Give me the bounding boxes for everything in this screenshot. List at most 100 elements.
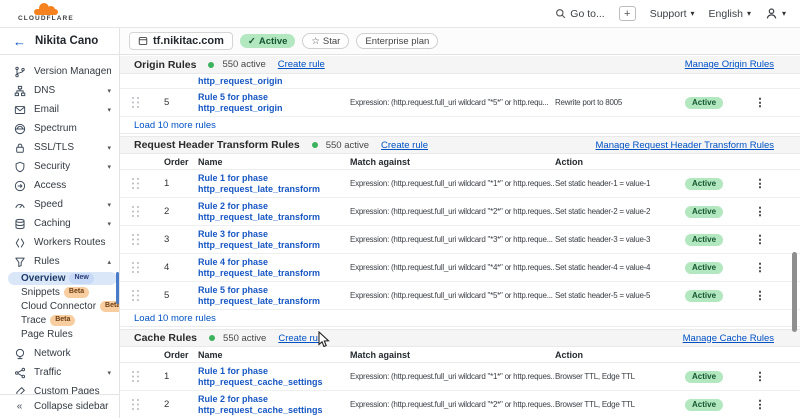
rule-order: 1 <box>164 178 198 189</box>
rule-match-expression: Expression: (http.request.full_uri wildc… <box>350 207 555 216</box>
rule-name-link[interactable]: Rule 1 for phasehttp_request_cache_setti… <box>198 366 350 388</box>
back-arrow-icon[interactable]: ← <box>13 35 26 48</box>
column-header-order: Order <box>164 350 198 360</box>
rule-action: Set static header-1 = value-1 <box>555 179 685 188</box>
sidebar-item-cloud-connector[interactable]: Cloud ConnectorBeta <box>8 300 117 313</box>
site-icon <box>138 36 148 46</box>
rule-order: 2 <box>164 206 198 217</box>
goto-search[interactable]: Go to... <box>555 8 604 20</box>
collapse-sidebar-button[interactable]: « Collapse sidebar <box>0 394 119 418</box>
sidebar-item-spectrum[interactable]: Spectrum <box>0 119 119 138</box>
sidebar-item-email[interactable]: Email▾ <box>0 100 119 119</box>
access-icon <box>13 180 26 192</box>
zone-status-badge: ✓ Active <box>240 34 295 48</box>
active-status-dot-icon <box>209 335 215 341</box>
chevron-down-icon: ▾ <box>107 369 111 377</box>
page-scrollbar-thumb[interactable] <box>792 252 797 332</box>
zone-bar: ← Nikita Cano tf.nikitac.com ✓ Active ☆ … <box>0 28 800 55</box>
section-status: 550 active <box>222 59 265 70</box>
rule-name-line1: Rule 1 for phase <box>198 173 350 184</box>
kebab-menu-icon[interactable]: ⋮ <box>755 261 766 274</box>
star-button[interactable]: ☆ Star <box>302 33 349 49</box>
create-rule-link[interactable]: Create rule <box>381 140 428 151</box>
chevron-down-icon: ▾ <box>691 9 695 18</box>
kebab-menu-icon[interactable]: ⋮ <box>755 205 766 218</box>
sidebar-item-rules[interactable]: Rules▴ <box>0 252 119 271</box>
create-rule-link[interactable]: Create rule <box>278 333 325 344</box>
column-header-order: Order <box>164 157 198 167</box>
rule-name-link[interactable]: Rule 5 for phasehttp_request_late_transf… <box>198 285 350 307</box>
sidebar-item-trace[interactable]: TraceBeta <box>8 314 117 327</box>
rule-name-link[interactable]: Rule 2 for phasehttp_request_cache_setti… <box>198 394 350 416</box>
user-icon <box>765 7 778 20</box>
rule-action: Browser TTL, Edge TTL <box>555 400 685 409</box>
rule-match-expression: Expression: (http.request.full_uri wildc… <box>350 98 555 107</box>
rule-name-link[interactable]: Rule 1 for phasehttp_request_late_transf… <box>198 173 350 195</box>
sidebar-item-caching[interactable]: Caching▾ <box>0 214 119 233</box>
sidebar-item-access[interactable]: Access <box>0 176 119 195</box>
custom-pages-icon <box>13 386 26 395</box>
sidebar-item-label: Speed <box>34 199 99 210</box>
active-badge: Active <box>685 206 723 218</box>
load-more-link[interactable]: Load 10 more rules <box>134 120 216 131</box>
sidebar-item-ssl-tls[interactable]: SSL/TLS▾ <box>0 138 119 157</box>
rule-name-line2: http_request_late_transform <box>198 184 350 195</box>
sidebar-item-workers-routes[interactable]: Workers Routes <box>0 233 119 252</box>
rule-name-link[interactable]: Rule 2 for phasehttp_request_late_transf… <box>198 201 350 223</box>
section-header-request-header-transform-rules: Request Header Transform Rules550 active… <box>120 136 800 154</box>
chevron-down-icon: ▾ <box>107 163 111 171</box>
drag-handle-icon[interactable] <box>132 262 140 273</box>
manage-rules-link[interactable]: Manage Origin Rules <box>685 59 774 70</box>
drag-handle-icon[interactable] <box>132 206 140 217</box>
sidebar-item-custom-pages[interactable]: Custom Pages <box>0 382 119 394</box>
sidebar-item-version-management[interactable]: Version Management <box>0 62 119 81</box>
drag-handle-icon[interactable] <box>132 399 140 410</box>
language-menu[interactable]: English ▾ <box>709 8 751 20</box>
drag-handle-icon[interactable] <box>132 290 140 301</box>
sidebar-scrollbar[interactable] <box>116 272 119 304</box>
rule-name-link[interactable]: Rule 5 for phasehttp_request_origin <box>198 92 350 114</box>
table-row-partial: http_request_origin <box>120 74 800 89</box>
support-menu[interactable]: Support ▾ <box>650 8 695 20</box>
section-title: Origin Rules <box>134 59 196 71</box>
sidebar-item-snippets[interactable]: SnippetsBeta <box>8 286 117 299</box>
kebab-menu-icon[interactable]: ⋮ <box>755 370 766 383</box>
manage-rules-link[interactable]: Manage Cache Rules <box>683 333 774 344</box>
kebab-menu-icon[interactable]: ⋮ <box>755 96 766 109</box>
kebab-menu-icon[interactable]: ⋮ <box>755 233 766 246</box>
sidebar-item-traffic[interactable]: Traffic▾ <box>0 363 119 382</box>
rule-name-link[interactable]: Rule 3 for phasehttp_request_late_transf… <box>198 229 350 251</box>
rule-name-link[interactable]: Rule 4 for phasehttp_request_late_transf… <box>198 257 350 279</box>
sidebar-item-security[interactable]: Security▾ <box>0 157 119 176</box>
load-more-link[interactable]: Load 10 more rules <box>134 313 216 324</box>
active-badge: Active <box>685 371 723 383</box>
sidebar-item-overview[interactable]: OverviewNew <box>8 272 117 285</box>
active-status-dot-icon <box>312 142 318 148</box>
zone-selector[interactable]: tf.nikitac.com <box>129 32 233 50</box>
sidebar-item-label: Access <box>34 180 111 191</box>
section-origin-rules: Origin Rules 550 active Create rule Manage … <box>120 56 800 134</box>
sidebar-item-speed[interactable]: Speed▾ <box>0 195 119 214</box>
drag-handle-icon[interactable] <box>132 97 140 108</box>
sidebar-item-network[interactable]: Network <box>0 344 119 363</box>
add-button[interactable]: + <box>619 6 636 21</box>
sidebar-item-dns[interactable]: DNS▾ <box>0 81 119 100</box>
kebab-menu-icon[interactable]: ⋮ <box>755 177 766 190</box>
create-rule-link[interactable]: Create rule <box>278 59 325 70</box>
beta-badge: Beta <box>50 315 75 325</box>
rule-action: Set static header-5 = value-5 <box>555 291 685 300</box>
rule-name-line2: http_request_late_transform <box>198 268 350 279</box>
drag-handle-icon[interactable] <box>132 371 140 382</box>
manage-rules-link[interactable]: Manage Request Header Transform Rules <box>596 140 774 151</box>
sidebar-item-page-rules[interactable]: Page Rules <box>8 328 117 341</box>
account-menu[interactable]: ▾ <box>765 7 786 20</box>
table-row: 1Rule 1 for phasehttp_request_cache_sett… <box>120 363 800 391</box>
kebab-menu-icon[interactable]: ⋮ <box>755 398 766 411</box>
lock-icon <box>13 142 26 154</box>
rule-name-link[interactable]: http_request_origin <box>198 76 350 87</box>
section-cache-rules: Cache Rules550 activeCreate ruleManage C… <box>120 329 800 418</box>
drag-handle-icon[interactable] <box>132 234 140 245</box>
drag-handle-icon[interactable] <box>132 178 140 189</box>
language-label: English <box>709 8 743 20</box>
kebab-menu-icon[interactable]: ⋮ <box>755 289 766 302</box>
